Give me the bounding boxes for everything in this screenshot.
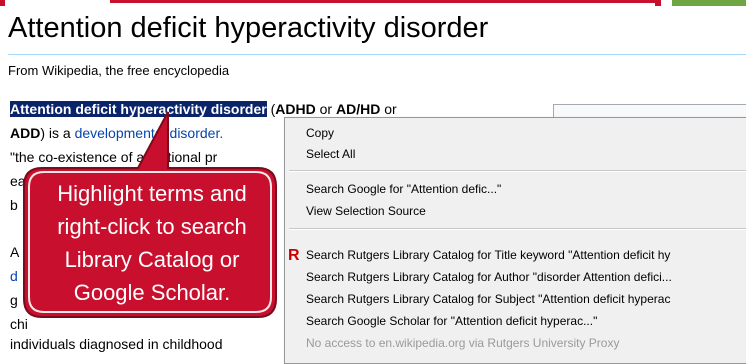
- callout-line-3: Library Catalog or: [64, 247, 240, 272]
- callout-line-2: right-click to search: [57, 214, 247, 239]
- callout-line-4: Google Scholar.: [73, 280, 231, 305]
- callout-text: Highlight terms and right-click to searc…: [34, 177, 270, 309]
- callout-line-1: Highlight terms and: [57, 181, 247, 206]
